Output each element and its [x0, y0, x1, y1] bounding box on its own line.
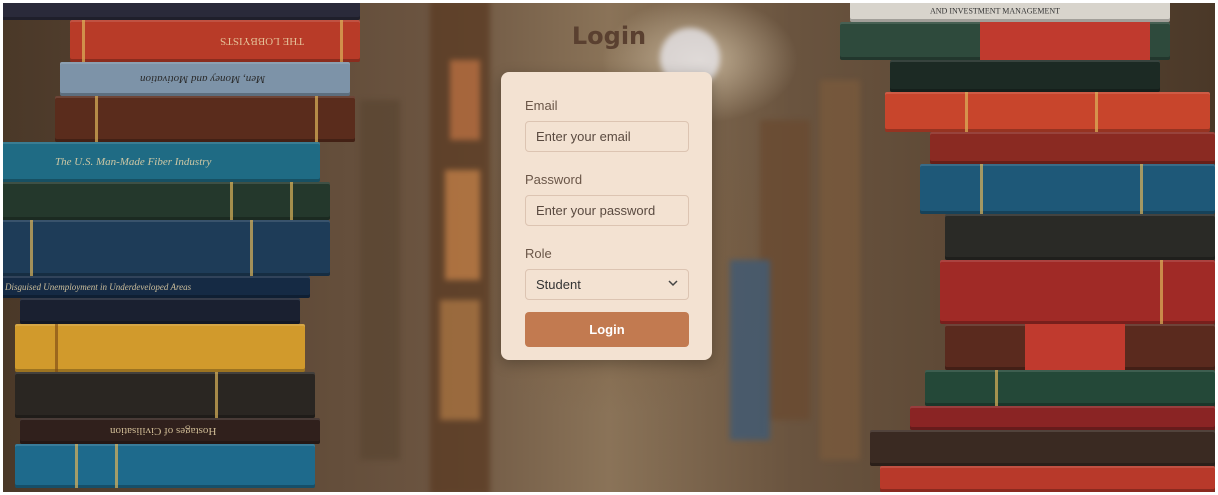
book	[0, 182, 330, 220]
book: The U.S. Man-Made Fiber Industry	[0, 142, 320, 182]
book-title: Men, Money and Motivation	[140, 73, 266, 85]
book	[55, 96, 355, 142]
book	[920, 164, 1215, 214]
book	[945, 324, 1215, 370]
book	[880, 466, 1215, 492]
book-title: AND INVESTMENT MANAGEMENT	[930, 6, 1061, 16]
book: Disguised Unemployment in Underdeveloped…	[0, 276, 310, 298]
book	[925, 370, 1215, 406]
login-form: Email Password Role Student Login	[501, 72, 712, 360]
book	[910, 406, 1215, 430]
book	[15, 324, 305, 372]
book	[0, 220, 330, 276]
book	[945, 214, 1215, 260]
page-title: Login	[571, 22, 647, 50]
book	[0, 0, 360, 20]
book	[15, 444, 315, 488]
role-select-value: Student	[525, 269, 689, 300]
book: AND INVESTMENT MANAGEMENT	[850, 0, 1170, 22]
email-label: Email	[525, 98, 558, 113]
book-title: Disguised Unemployment in Underdeveloped…	[5, 282, 192, 292]
book: Men, Money and Motivation	[60, 62, 350, 96]
book	[890, 60, 1160, 92]
book: Hostages of Civilisation	[20, 418, 320, 444]
password-field[interactable]	[525, 195, 689, 226]
login-button[interactable]: Login	[525, 312, 689, 347]
book	[15, 372, 315, 418]
password-label: Password	[525, 172, 583, 187]
book	[20, 298, 300, 324]
chevron-down-icon	[668, 280, 678, 287]
role-select[interactable]: Student	[525, 269, 689, 300]
email-field[interactable]	[525, 121, 689, 152]
role-label: Role	[525, 246, 552, 261]
book-title: The U.S. Man-Made Fiber Industry	[55, 156, 212, 168]
book	[885, 92, 1210, 132]
book	[940, 260, 1215, 324]
book	[870, 430, 1215, 466]
login-page: THE LOBBYISTS Men, Money and Motivation …	[0, 0, 1218, 495]
book	[930, 132, 1215, 164]
book-title: Hostages of Civilisation	[110, 425, 217, 437]
